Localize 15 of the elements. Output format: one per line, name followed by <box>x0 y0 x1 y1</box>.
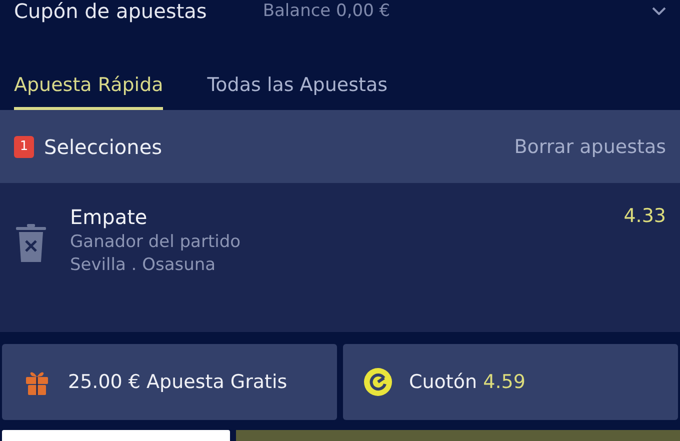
odds-value: 4.33 <box>624 205 666 229</box>
boost-button[interactable]: Cuotón 4.59 <box>343 344 678 420</box>
market-name: Ganador del partido <box>70 232 241 252</box>
tab[interactable]: Todas las Apuestas <box>207 50 388 110</box>
count-badge: 1 <box>14 136 34 158</box>
selections-label: Selecciones <box>44 134 162 158</box>
balance-text: Balance 0,00 € <box>262 1 390 21</box>
clear-bets-button[interactable]: Borrar apuestas <box>514 136 666 158</box>
selection-name: Empate <box>70 205 148 229</box>
trash-icon[interactable] <box>14 223 48 263</box>
chevron-icon[interactable] <box>652 7 666 15</box>
event-name: Sevilla . Osasuna <box>70 255 217 275</box>
boost-icon <box>363 367 393 397</box>
slip-title: Cupón de apuestas <box>14 0 207 23</box>
free-bet-button[interactable]: 25.00 € Apuesta Gratis <box>2 344 337 420</box>
